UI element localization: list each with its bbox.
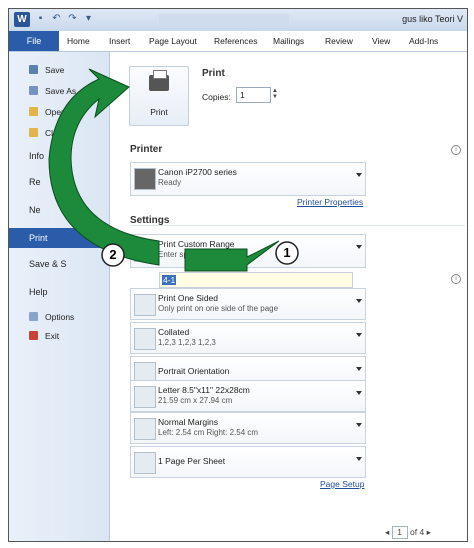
step-2-label: 2 xyxy=(109,247,116,262)
arrow-2-shape xyxy=(48,68,160,266)
step-1-label: 1 xyxy=(283,245,290,260)
arrow-1-shape xyxy=(184,240,280,272)
tutorial-annotation-overlay: 1 2 xyxy=(48,68,299,272)
word-backstage-window: W ▪ ↶ ↷ ▾ gus liko Teori V File Home Ins… xyxy=(8,8,468,542)
